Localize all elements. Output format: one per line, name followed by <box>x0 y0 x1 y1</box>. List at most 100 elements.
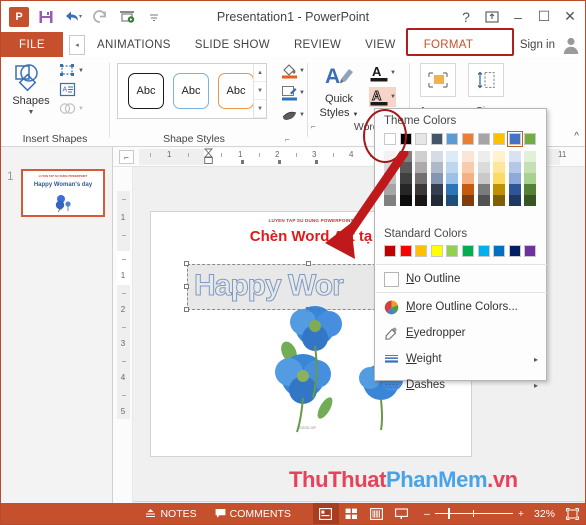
standard-color-swatch-10[interactable] <box>524 245 537 257</box>
zoom-slider[interactable] <box>434 508 513 519</box>
tab-view[interactable]: VIEW <box>353 32 408 57</box>
theme-variant-1-5[interactable] <box>384 195 396 206</box>
redo-icon[interactable] <box>86 4 113 29</box>
shape-outline-caret-icon[interactable]: ▼ <box>299 90 305 96</box>
theme-color-swatch-8[interactable] <box>493 133 506 145</box>
text-outline-icon[interactable]: A <box>369 87 389 107</box>
theme-variant-2-4[interactable] <box>399 184 412 195</box>
theme-variant-9-4[interactable] <box>508 184 521 195</box>
standard-color-swatch-4[interactable] <box>430 245 443 257</box>
theme-variant-8-2[interactable] <box>493 162 506 173</box>
tab-review[interactable]: REVIEW <box>282 32 353 57</box>
menu-item-no-outline[interactable]: NNo Outlineo Outline <box>376 267 547 291</box>
shapes-icon[interactable] <box>13 63 51 93</box>
tab-format[interactable]: FORMAT <box>412 39 486 51</box>
theme-variant-7-5[interactable] <box>477 195 490 206</box>
theme-variant-8-4[interactable] <box>493 184 506 195</box>
standard-color-swatch-7[interactable] <box>477 245 490 257</box>
shape-style-2[interactable]: Abc <box>173 73 209 109</box>
menu-item-more-outline-colors[interactable]: More Outline Colors... <box>376 295 547 319</box>
text-fill-icon[interactable]: A <box>369 63 389 83</box>
theme-variant-8-3[interactable] <box>493 173 506 184</box>
theme-variant-8-5[interactable] <box>493 195 506 206</box>
theme-color-swatch-3[interactable] <box>415 133 428 145</box>
menu-item-eyedropper[interactable]: Eyedropper <box>376 321 547 345</box>
theme-variant-7-2[interactable] <box>477 162 490 173</box>
start-presentation-icon[interactable] <box>113 4 140 29</box>
theme-color-swatch-9[interactable] <box>506 131 523 147</box>
theme-variant-3-3[interactable] <box>415 173 428 184</box>
gallery-scroll-up-icon[interactable]: ▲ <box>254 64 266 82</box>
undo-icon[interactable] <box>59 4 86 29</box>
close-icon[interactable]: ✕ <box>557 4 583 30</box>
shape-styles-gallery[interactable]: Abc Abc Abc ▲ ▼ ▼ <box>117 63 267 119</box>
zoom-in-button[interactable]: + <box>518 508 524 520</box>
shape-style-1[interactable]: Abc <box>128 73 164 109</box>
tab-scroll-left-icon[interactable]: ◂ <box>69 35 85 55</box>
indent-marker-icon[interactable] <box>204 148 213 166</box>
zoom-slider-handle[interactable] <box>447 508 450 519</box>
gallery-more-icon[interactable]: ▼ <box>254 100 266 118</box>
comments-button[interactable]: COMMENTS <box>206 503 300 524</box>
edit-shape-icon[interactable] <box>59 63 76 78</box>
maximize-icon[interactable]: ☐ <box>531 4 557 30</box>
theme-variant-6-1[interactable] <box>462 151 474 162</box>
theme-variant-9-2[interactable] <box>508 162 521 173</box>
resize-handle-bl[interactable] <box>184 307 189 312</box>
theme-variant-7-4[interactable] <box>477 184 490 195</box>
resize-handle-tl[interactable] <box>184 261 189 266</box>
theme-variant-10-5[interactable] <box>524 195 537 206</box>
normal-view-button[interactable] <box>313 503 339 524</box>
theme-variant-3-5[interactable] <box>415 195 428 206</box>
text-fill-caret-icon[interactable]: ▼ <box>390 70 396 76</box>
theme-variant-6-2[interactable] <box>462 162 474 173</box>
theme-variant-9-5[interactable] <box>508 195 521 206</box>
theme-variant-1-1[interactable] <box>384 151 396 162</box>
reading-view-button[interactable] <box>364 503 389 524</box>
theme-variant-7-1[interactable] <box>477 151 490 162</box>
shapes-dropdown-caret-icon[interactable]: ▼ <box>5 109 57 116</box>
wordart-quick-styles-icon[interactable]: A <box>325 63 355 91</box>
theme-variant-8-1[interactable] <box>493 151 506 162</box>
gallery-scrollbar[interactable]: ▲ ▼ ▼ <box>253 64 266 118</box>
wordart-quick-styles[interactable]: A Quick Styles ▼ <box>311 57 367 147</box>
theme-variant-2-5[interactable] <box>399 195 412 206</box>
slide-show-view-button[interactable] <box>389 503 414 524</box>
theme-color-swatch-1[interactable] <box>384 133 396 145</box>
theme-variant-3-4[interactable] <box>415 184 428 195</box>
theme-variant-4-1[interactable] <box>430 151 443 162</box>
sign-in-area[interactable]: Sign in <box>520 32 585 57</box>
arrange-button[interactable] <box>420 63 456 97</box>
shape-outline-icon[interactable] <box>281 85 298 101</box>
shape-effects-icon[interactable] <box>281 107 298 123</box>
wordart-dialog-launcher-icon[interactable]: ⌐ <box>311 122 316 131</box>
standard-color-swatch-1[interactable] <box>384 245 396 257</box>
shape-style-3[interactable]: Abc <box>218 73 254 109</box>
theme-variant-4-3[interactable] <box>430 173 443 184</box>
help-icon[interactable]: ? <box>453 4 479 30</box>
slide-thumbnail-1[interactable]: LUYEN TAP SU DUNG POWERPOINT Happy Woman… <box>21 169 105 217</box>
theme-color-swatch-7[interactable] <box>477 133 490 145</box>
ribbon-display-options-icon[interactable] <box>479 4 505 30</box>
shape-fill-caret-icon[interactable]: ▼ <box>299 68 305 74</box>
account-avatar-icon[interactable] <box>561 35 581 55</box>
theme-variant-6-4[interactable] <box>462 184 474 195</box>
standard-color-swatch-2[interactable] <box>399 245 412 257</box>
standard-color-swatch-9[interactable] <box>508 245 521 257</box>
quick-styles-caret-icon[interactable]: ▼ <box>353 112 359 118</box>
standard-color-swatch-8[interactable] <box>493 245 506 257</box>
resize-handle-tc[interactable] <box>306 261 311 266</box>
zoom-control[interactable]: – + 32% <box>424 507 585 520</box>
customize-qat-icon[interactable] <box>140 4 167 29</box>
minimize-icon[interactable]: – <box>505 4 531 30</box>
edit-shape-caret-icon[interactable]: ▼ <box>78 68 84 74</box>
theme-variant-9-3[interactable] <box>508 173 521 184</box>
tab-slide-show[interactable]: SLIDE SHOW <box>183 32 282 57</box>
theme-variant-5-3[interactable] <box>446 173 459 184</box>
theme-color-swatch-6[interactable] <box>462 133 474 145</box>
theme-variant-5-1[interactable] <box>446 151 459 162</box>
theme-color-swatch-4[interactable] <box>430 133 443 145</box>
standard-color-swatch-6[interactable] <box>462 245 474 257</box>
theme-variant-3-1[interactable] <box>415 151 428 162</box>
collapse-ribbon-icon[interactable]: ^ <box>574 131 579 142</box>
